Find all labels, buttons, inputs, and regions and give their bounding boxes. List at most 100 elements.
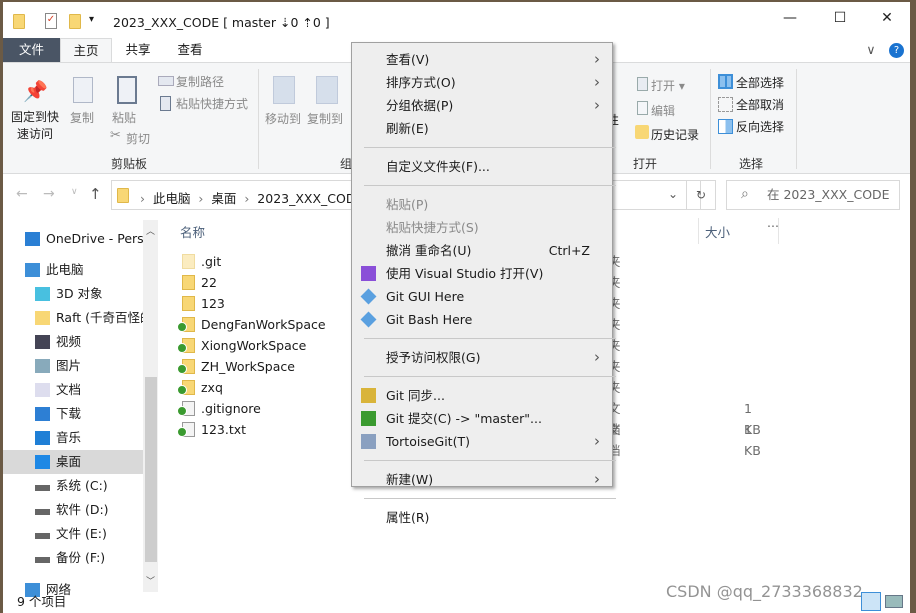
menu-item[interactable]: 授予访问权限(G) › — [354, 346, 610, 369]
search-input[interactable]: 在 2023_XXX_CODE ... — [726, 180, 900, 230]
picture-icon — [35, 359, 50, 373]
title-bar: ✓ ▾ 2023_XXX_CODE [ master ⇣0 ⇡0 ] — ☐ ✕ — [3, 2, 910, 38]
menu-item[interactable]: 粘贴快捷方式(S) — [354, 216, 610, 239]
sidebar-item[interactable]: 图片 — [3, 354, 143, 378]
copy-button[interactable]: 复制 — [70, 109, 94, 126]
menu-item[interactable]: 属性(R) — [354, 506, 610, 529]
network-drive-icon — [35, 311, 50, 325]
menu-item-label: Git Bash Here — [386, 312, 473, 327]
details-view-button[interactable] — [861, 592, 881, 611]
properties-quick-icon[interactable]: ✓ — [45, 13, 57, 29]
menu-item[interactable]: 使用 Visual Studio 打开(V) — [354, 262, 610, 285]
up-button[interactable]: ↑ — [89, 185, 102, 203]
group-divider — [258, 69, 259, 169]
edit-button[interactable]: 编辑 — [651, 102, 675, 119]
column-divider[interactable] — [778, 218, 779, 244]
move-to-button[interactable]: 移动到 — [265, 110, 301, 127]
open-group-label: 打开 — [633, 157, 658, 171]
menu-item[interactable]: 自定义文件夹(F)... — [354, 155, 610, 178]
menu-item[interactable]: 查看(V) › — [354, 48, 610, 71]
close-button[interactable]: ✕ — [872, 10, 902, 26]
sidebar-item[interactable]: 音乐 — [3, 426, 143, 450]
menu-item[interactable]: Git GUI Here — [354, 285, 610, 308]
menu-item[interactable]: 排序方式(O) › — [354, 71, 610, 94]
quick-access-dropdown-icon[interactable]: ▾ — [89, 14, 94, 25]
sidebar-item-label: 系统 (C:) — [56, 478, 108, 493]
menu-separator — [364, 147, 616, 148]
back-button[interactable]: ← — [16, 186, 28, 202]
tab-share[interactable]: 共享 — [112, 38, 164, 62]
sidebar-scroll-thumb[interactable] — [145, 377, 157, 562]
menu-item-label: 排序方式(O) — [386, 75, 456, 90]
select-all-button[interactable]: 全部选择 — [736, 74, 784, 91]
file-name: zxq — [201, 380, 223, 395]
expand-ribbon-button[interactable]: ∨ — [863, 38, 879, 62]
sidebar-item[interactable]: 系统 (C:) — [3, 474, 143, 498]
breadcrumb-item[interactable]: 桌面 — [211, 191, 236, 206]
sidebar-item[interactable]: 视频 — [3, 330, 143, 354]
large-icons-view-button[interactable] — [885, 595, 903, 608]
menu-item-label: 使用 Visual Studio 打开(V) — [386, 266, 544, 281]
drive-icon — [35, 557, 50, 563]
sidebar-item[interactable]: Raft (千奇百怪的 — [3, 306, 143, 330]
sidebar-item[interactable]: 3D 对象 — [3, 282, 143, 306]
breadcrumb-item[interactable]: 2023_XXX_CODE — [257, 191, 363, 206]
copy-to-button[interactable]: 复制到 — [307, 110, 343, 127]
cut-icon: ✂ — [110, 128, 121, 143]
select-none-icon — [718, 97, 733, 112]
paste-button[interactable]: 粘贴 — [112, 109, 136, 126]
scroll-up-icon[interactable]: ︿ — [146, 224, 155, 237]
drive-icon — [35, 509, 50, 515]
sidebar-item[interactable]: 文档 — [3, 378, 143, 402]
maximize-button[interactable]: ☐ — [825, 10, 855, 26]
select-none-button[interactable]: 全部取消 — [736, 96, 784, 113]
tab-view[interactable]: 查看 — [164, 38, 216, 62]
tab-home[interactable]: 主页 — [60, 38, 112, 63]
file-size: 1 KB — [744, 422, 761, 458]
breadcrumb-item[interactable]: 此电脑 — [153, 191, 191, 206]
sidebar-item[interactable]: 文件 (E:) — [3, 522, 143, 546]
menu-item-label: TortoiseGit(T) — [386, 434, 470, 449]
sidebar-item[interactable]: OneDrive - Personal — [3, 227, 143, 251]
sidebar-item[interactable]: 下载 — [3, 402, 143, 426]
menu-item[interactable]: 刷新(E) — [354, 117, 610, 140]
column-header-name[interactable]: 名称 — [180, 222, 205, 241]
menu-item[interactable]: Git 提交(C) -> "master"... — [354, 407, 610, 430]
forward-button[interactable]: → — [43, 186, 55, 202]
sidebar-item-label: 下载 — [56, 406, 82, 421]
move-to-icon — [273, 76, 295, 104]
menu-item[interactable]: Git 同步... — [354, 384, 610, 407]
recent-locations-button[interactable]: ∨ — [71, 187, 78, 197]
minimize-button[interactable]: — — [775, 10, 805, 26]
help-button[interactable]: ? — [889, 43, 904, 58]
open-button[interactable]: 打开 ▾ — [651, 77, 685, 94]
scroll-down-icon[interactable]: ﹀ — [146, 574, 155, 587]
column-divider[interactable] — [698, 218, 699, 244]
pin-quick-access-button[interactable]: 固定到快 速访问 — [11, 109, 59, 143]
file-name: 22 — [201, 275, 217, 290]
sidebar-item[interactable]: 此电脑 — [3, 258, 143, 282]
sidebar-item[interactable]: 备份 (F:) — [3, 546, 143, 570]
history-button[interactable]: 历史记录 — [651, 126, 699, 143]
invert-selection-button[interactable]: 反向选择 — [736, 118, 784, 135]
menu-item[interactable]: 撤消 重命名(U) Ctrl+Z — [354, 239, 610, 262]
menu-item[interactable]: TortoiseGit(T) › — [354, 430, 610, 453]
sidebar-item[interactable]: 软件 (D:) — [3, 498, 143, 522]
edit-icon — [637, 101, 648, 115]
copy-path-button[interactable]: 复制路径 — [176, 73, 224, 90]
menu-item[interactable]: Git Bash Here — [354, 308, 610, 331]
new-folder-quick-icon[interactable] — [69, 14, 81, 29]
menu-item[interactable]: 粘贴(P) — [354, 193, 610, 216]
sidebar-item[interactable]: 桌面 — [3, 450, 143, 474]
menu-item[interactable]: 分组依据(P) › — [354, 94, 610, 117]
refresh-button[interactable]: ↻ — [686, 180, 716, 210]
address-dropdown-icon[interactable]: ⌄ — [668, 187, 678, 201]
column-header-size[interactable]: 大小 — [705, 222, 730, 241]
tab-file[interactable]: 文件 — [3, 38, 60, 62]
paste-shortcut-button[interactable]: 粘贴快捷方式 — [176, 95, 248, 112]
cut-button[interactable]: 剪切 — [126, 130, 150, 147]
menu-item[interactable]: 新建(W) › — [354, 468, 610, 491]
menu-item-label: 授予访问权限(G) — [386, 350, 481, 365]
3d-icon — [35, 287, 50, 301]
sidebar-item-label: 图片 — [56, 358, 82, 373]
